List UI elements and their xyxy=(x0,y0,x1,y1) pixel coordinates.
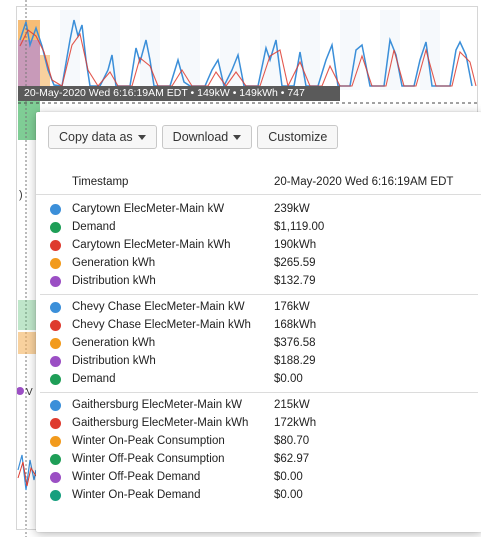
series-label: Distribution kWh xyxy=(72,355,156,367)
series-color-dot xyxy=(50,320,61,331)
table-row[interactable]: Carytown ElecMeter-Main kWh 190kWh xyxy=(36,237,481,255)
series-label: Chevy Chase ElecMeter-Main kWh xyxy=(72,319,251,331)
series-value: $376.58 xyxy=(274,337,316,349)
series-value: 215kW xyxy=(274,399,310,411)
table-row[interactable]: Gaithersburg ElecMeter-Main kWh 172kWh xyxy=(36,415,481,433)
chevron-down-icon xyxy=(233,135,242,140)
series-color-dot xyxy=(50,490,61,501)
series-value: 190kWh xyxy=(274,239,317,251)
series-label: Generation kWh xyxy=(72,257,156,269)
data-popup: Copy data as Download Customize Timestam… xyxy=(36,112,481,532)
timestamp-value: 20-May-2020 Wed 6:16:19AM EDT xyxy=(274,176,454,188)
series-label: Distribution kWh xyxy=(72,275,156,287)
group-separator xyxy=(40,294,478,295)
series-value: 172kWh xyxy=(274,417,317,429)
series-value: $188.29 xyxy=(274,355,316,367)
chevron-down-icon xyxy=(137,135,146,140)
series-label: Winter Off-Peak Demand xyxy=(72,471,201,483)
series-color-dot xyxy=(50,276,61,287)
download-label: Download xyxy=(172,130,229,144)
customize-label: Customize xyxy=(268,130,328,144)
timestamp-header: Timestamp xyxy=(72,176,129,188)
table-row[interactable]: Generation kWh $376.58 xyxy=(36,335,481,353)
series-value: 176kW xyxy=(274,301,310,313)
series-color-dot xyxy=(50,338,61,349)
table-row[interactable]: Winter Off-Peak Consumption $62.97 xyxy=(36,451,481,469)
series-label: Generation kWh xyxy=(72,337,156,349)
series-value: $1,119.00 xyxy=(274,221,325,233)
series-label: Gaithersburg ElecMeter-Main kWh xyxy=(72,417,249,429)
chart-viewer: V ) 20-May-2020 Wed 6:16:19AM EDT • 149k… xyxy=(0,0,481,537)
download-button[interactable]: Download xyxy=(161,125,253,149)
series-label: Winter On-Peak Demand xyxy=(72,489,201,501)
series-label: Chevy Chase ElecMeter-Main kW xyxy=(72,301,245,313)
series-label: Gaithersburg ElecMeter-Main kW xyxy=(72,399,242,411)
series-label: Demand xyxy=(72,373,116,385)
series-label: Carytown ElecMeter-Main kW xyxy=(72,203,225,215)
table-row[interactable]: Distribution kWh $132.79 xyxy=(36,273,481,291)
meter-group: Carytown ElecMeter-Main kW 239kW Demand $1,… xyxy=(36,201,481,291)
series-color-dot xyxy=(50,436,61,447)
series-value: $0.00 xyxy=(274,373,303,385)
series-value: $265.59 xyxy=(274,257,316,269)
copy-data-label: Copy data as xyxy=(59,130,133,144)
series-label: Winter On-Peak Consumption xyxy=(72,435,225,447)
series-value: $0.00 xyxy=(274,471,303,483)
series-color-dot xyxy=(50,472,61,483)
table-row[interactable]: Winter Off-Peak Demand $0.00 xyxy=(36,469,481,487)
series-value: $62.97 xyxy=(274,453,310,465)
meter-group: Chevy Chase ElecMeter-Main kW 176kW Chevy … xyxy=(36,299,481,389)
series-color-dot xyxy=(50,302,61,313)
series-value: $80.70 xyxy=(274,435,310,447)
series-value: 239kW xyxy=(274,203,310,215)
series-value: 168kWh xyxy=(274,319,317,331)
table-row[interactable]: Carytown ElecMeter-Main kW 239kW xyxy=(36,201,481,219)
series-value: $0.00 xyxy=(274,489,303,501)
series-label: Winter Off-Peak Consumption xyxy=(72,453,225,465)
popup-toolbar: Copy data as Download Customize xyxy=(48,125,339,149)
hover-readout: 20-May-2020 Wed 6:16:19AM EDT • 149kW • … xyxy=(18,86,340,101)
series-color-dot xyxy=(50,204,61,215)
table-row[interactable]: Generation kWh $265.59 xyxy=(36,255,481,273)
table-row[interactable]: Chevy Chase ElecMeter-Main kWh 168kWh xyxy=(36,317,481,335)
series-label: Demand xyxy=(72,221,116,233)
series-value: $132.79 xyxy=(274,275,316,287)
series-color-dot xyxy=(50,400,61,411)
series-color-dot xyxy=(50,454,61,465)
copy-data-button[interactable]: Copy data as xyxy=(48,125,157,149)
meter-group: Gaithersburg ElecMeter-Main kW 215kW Gaith… xyxy=(36,397,481,505)
table-row[interactable]: Demand $0.00 xyxy=(36,371,481,389)
group-separator xyxy=(40,392,478,393)
series-color-dot xyxy=(50,374,61,385)
customize-button[interactable]: Customize xyxy=(257,125,339,149)
table-row[interactable]: Distribution kWh $188.29 xyxy=(36,353,481,371)
series-label: Carytown ElecMeter-Main kWh xyxy=(72,239,231,251)
series-color-dot xyxy=(50,418,61,429)
series-color-dot xyxy=(50,356,61,367)
table-row[interactable]: Winter On-Peak Demand $0.00 xyxy=(36,487,481,505)
table-row[interactable]: Winter On-Peak Consumption $80.70 xyxy=(36,433,481,451)
series-color-dot xyxy=(50,258,61,269)
table-row[interactable]: Chevy Chase ElecMeter-Main kW 176kW xyxy=(36,299,481,317)
table-row[interactable]: Gaithersburg ElecMeter-Main kW 215kW xyxy=(36,397,481,415)
series-color-dot xyxy=(50,222,61,233)
table-header: Timestamp 20-May-2020 Wed 6:16:19AM EDT xyxy=(36,170,481,195)
series-color-dot xyxy=(50,240,61,251)
table-row[interactable]: Demand $1,119.00 xyxy=(36,219,481,237)
